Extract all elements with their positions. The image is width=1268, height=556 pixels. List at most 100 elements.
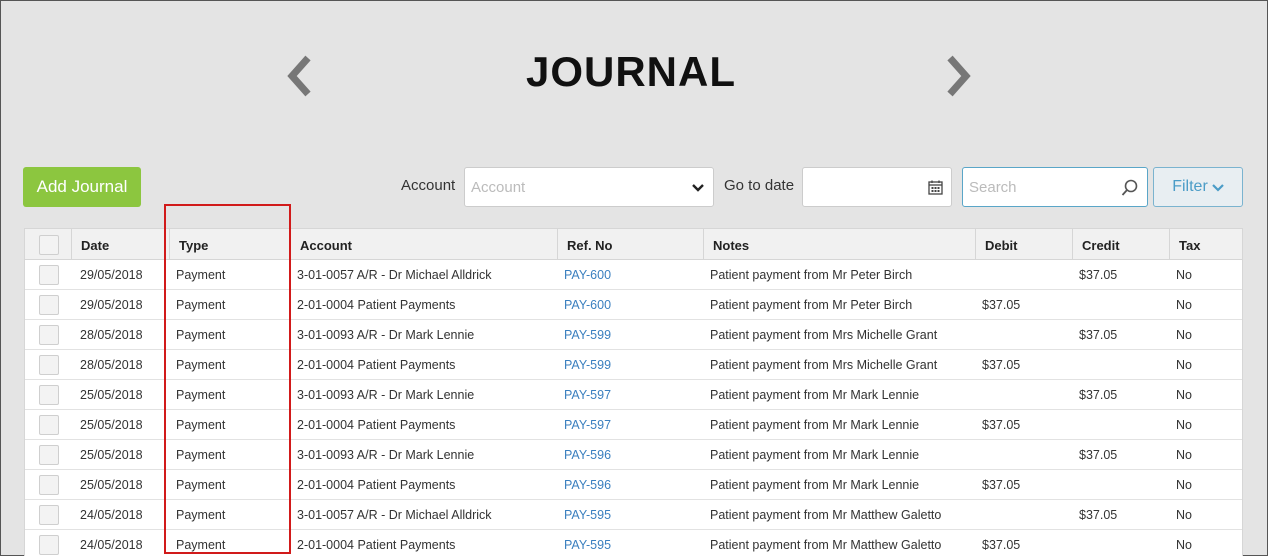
column-header-notes[interactable]: Notes: [703, 229, 976, 260]
cell-type: Payment: [176, 538, 226, 552]
cell-credit: $37.05: [1079, 448, 1118, 462]
table-row[interactable]: 25/05/2018 Payment 3-01-0093 A/R - Dr Mark…: [25, 440, 1242, 470]
cell-tax: No: [1176, 298, 1192, 312]
cell-notes: Patient payment from Mr Mark Lennie: [710, 418, 920, 432]
cell-debit: $37.05: [982, 358, 1021, 372]
cell-account: 3-01-0093 A/R - Dr Mark Lennie: [297, 328, 475, 342]
table-row[interactable]: 25/05/2018 Payment 3-01-0093 A/R - Dr Mark…: [25, 380, 1242, 410]
cell-credit: $37.05: [1079, 268, 1118, 282]
row-checkbox[interactable]: [39, 295, 59, 315]
cell-tax: No: [1176, 538, 1192, 552]
column-header-tax[interactable]: Tax: [1169, 229, 1242, 260]
cell-credit: $37.05: [1079, 388, 1118, 402]
select-all-checkbox[interactable]: [39, 235, 59, 255]
filter-button[interactable]: Filter: [1153, 167, 1243, 207]
cell-tax: No: [1176, 268, 1192, 282]
cell-notes: Patient payment from Mr Mark Lennie: [710, 448, 920, 462]
row-checkbox[interactable]: [39, 505, 59, 525]
cell-account: 2-01-0004 Patient Payments: [297, 358, 456, 372]
cell-type: Payment: [176, 478, 226, 492]
table-row[interactable]: 28/05/2018 Payment 2-01-0004 Patient Payme…: [25, 350, 1242, 380]
cell-credit: $37.05: [1079, 328, 1118, 342]
cell-date: 24/05/2018: [80, 508, 143, 522]
account-placeholder: Account: [471, 179, 526, 196]
cell-ref[interactable]: PAY-595: [564, 508, 611, 522]
search-placeholder: Search: [969, 179, 1017, 196]
row-checkbox[interactable]: [39, 325, 59, 345]
cell-debit: $37.05: [982, 298, 1021, 312]
row-checkbox[interactable]: [39, 445, 59, 465]
journal-table: Date Type Account Ref. No Notes Debit Cr…: [24, 228, 1243, 556]
cell-debit: $37.05: [982, 478, 1021, 492]
chevron-down-icon: [1212, 183, 1224, 192]
row-checkbox[interactable]: [39, 265, 59, 285]
column-header-debit[interactable]: Debit: [975, 229, 1072, 260]
row-checkbox[interactable]: [39, 355, 59, 375]
cell-tax: No: [1176, 328, 1192, 342]
cell-ref[interactable]: PAY-600: [564, 268, 611, 282]
cell-type: Payment: [176, 358, 226, 372]
cell-account: 2-01-0004 Patient Payments: [297, 478, 456, 492]
row-checkbox[interactable]: [39, 475, 59, 495]
add-journal-button[interactable]: Add Journal: [23, 167, 141, 207]
chevron-right-icon: [947, 55, 971, 97]
cell-account: 3-01-0057 A/R - Dr Michael Alldrick: [297, 268, 492, 282]
cell-ref[interactable]: PAY-599: [564, 358, 611, 372]
cell-type: Payment: [176, 418, 226, 432]
cell-ref[interactable]: PAY-600: [564, 298, 611, 312]
cell-notes: Patient payment from Mr Peter Birch: [710, 298, 913, 312]
column-header-date[interactable]: Date: [71, 229, 169, 260]
cell-notes: Patient payment from Mr Matthew Galetto: [710, 508, 942, 522]
cell-type: Payment: [176, 268, 226, 282]
filter-label: Filter: [1172, 178, 1208, 195]
table-header: Date Type Account Ref. No Notes Debit Cr…: [25, 229, 1242, 260]
table-row[interactable]: 29/05/2018 Payment 2-01-0004 Patient Payme…: [25, 290, 1242, 320]
row-checkbox[interactable]: [39, 385, 59, 405]
cell-type: Payment: [176, 448, 226, 462]
chevron-down-icon: [692, 184, 704, 192]
cell-debit: $37.05: [982, 538, 1021, 552]
cell-ref[interactable]: PAY-597: [564, 418, 611, 432]
column-header-ref[interactable]: Ref. No: [557, 229, 703, 260]
cell-date: 28/05/2018: [80, 328, 143, 342]
column-header-type[interactable]: Type: [169, 229, 290, 260]
cell-account: 2-01-0004 Patient Payments: [297, 298, 456, 312]
table-row[interactable]: 24/05/2018 Payment 3-01-0057 A/R - Dr Mich…: [25, 500, 1242, 530]
column-header-credit[interactable]: Credit: [1072, 229, 1170, 260]
cell-tax: No: [1176, 388, 1192, 402]
table-row[interactable]: 28/05/2018 Payment 3-01-0093 A/R - Dr Mark…: [25, 320, 1242, 350]
cell-date: 25/05/2018: [80, 418, 143, 432]
cell-date: 25/05/2018: [80, 388, 143, 402]
cell-type: Payment: [176, 388, 226, 402]
account-label: Account: [401, 177, 456, 194]
account-select[interactable]: Account: [464, 167, 714, 207]
column-header-account[interactable]: Account: [290, 229, 558, 260]
go-to-date-input[interactable]: [802, 167, 952, 207]
cell-ref[interactable]: PAY-597: [564, 388, 611, 402]
table-row[interactable]: 29/05/2018 Payment 3-01-0057 A/R - Dr Mich…: [25, 260, 1242, 290]
cell-ref[interactable]: PAY-596: [564, 448, 611, 462]
cell-ref[interactable]: PAY-595: [564, 538, 611, 552]
cell-date: 29/05/2018: [80, 298, 143, 312]
cell-date: 24/05/2018: [80, 538, 143, 552]
go-to-date-label: Go to date: [724, 177, 795, 194]
table-row[interactable]: 25/05/2018 Payment 2-01-0004 Patient Payme…: [25, 410, 1242, 440]
table-row[interactable]: 24/05/2018 Payment 2-01-0004 Patient Payme…: [25, 530, 1242, 556]
table-row[interactable]: 25/05/2018 Payment 2-01-0004 Patient Payme…: [25, 470, 1242, 500]
search-icon: [1121, 179, 1138, 196]
cell-notes: Patient payment from Mr Peter Birch: [710, 268, 913, 282]
row-checkbox[interactable]: [39, 535, 59, 555]
cell-notes: Patient payment from Mr Matthew Galetto: [710, 538, 942, 552]
cell-debit: $37.05: [982, 418, 1021, 432]
cell-account: 2-01-0004 Patient Payments: [297, 418, 456, 432]
cell-account: 3-01-0093 A/R - Dr Mark Lennie: [297, 448, 475, 462]
cell-ref[interactable]: PAY-596: [564, 478, 611, 492]
calendar-icon[interactable]: [928, 180, 943, 195]
cell-tax: No: [1176, 358, 1192, 372]
row-checkbox[interactable]: [39, 415, 59, 435]
cell-date: 25/05/2018: [80, 478, 143, 492]
cell-ref[interactable]: PAY-599: [564, 328, 611, 342]
next-page-button[interactable]: [938, 52, 978, 100]
search-input[interactable]: Search: [962, 167, 1148, 207]
cell-type: Payment: [176, 508, 226, 522]
